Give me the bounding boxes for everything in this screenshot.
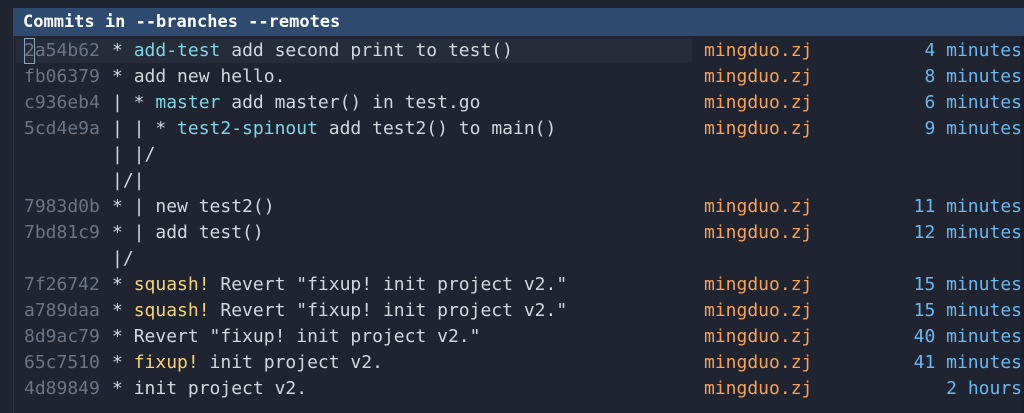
commit-author: mingduo.zj: [704, 66, 813, 87]
commit-line: * add-test add second print to test(): [112, 38, 513, 64]
commit-row[interactable]: fb06379 * add new hello. mingduo.zj 8 minut…: [0, 64, 1024, 90]
graph-glyphs: * |: [112, 196, 156, 217]
commit-list: 2a54b62 * add-test add second print to te…: [0, 38, 1024, 402]
commit-author: mingduo.zj: [704, 352, 813, 373]
graph-glyphs: *: [112, 274, 134, 295]
commit-time: 6 minutes: [924, 92, 1022, 113]
commit-row[interactable]: 4d89849 * init project v2. mingduo.zj 2 hou…: [0, 376, 1024, 402]
commit-time: 40 minutes: [913, 326, 1022, 347]
commit-message: Revert "fixup! init project v2.": [133, 326, 481, 347]
commit-message: add new hello.: [133, 66, 286, 87]
commit-time: 12 minutes: [913, 222, 1022, 243]
commit-hash: fb06379: [24, 66, 100, 87]
graph-glyphs: *: [112, 378, 134, 399]
commit-author: mingduo.zj: [704, 92, 813, 113]
graph-connector: | |/: [112, 144, 156, 165]
commit-row[interactable]: 5cd4e9a | | * test2-spinout add test2() t…: [0, 116, 1024, 142]
commit-message: add second print to test(): [220, 40, 513, 61]
commit-message: init project v2.: [133, 378, 308, 399]
commit-message: new test2(): [155, 196, 275, 217]
graph-glyphs: | *: [112, 92, 156, 113]
commit-message: add test(): [155, 222, 264, 243]
commit-time: 15 minutes: [913, 274, 1022, 295]
commit-author: mingduo.zj: [704, 378, 813, 399]
commit-hash: 7983d0b: [24, 196, 100, 217]
commit-row[interactable]: 7f26742 * squash! Revert "fixup! init pro…: [0, 272, 1024, 298]
commit-line: * Revert "fixup! init project v2.": [112, 324, 480, 350]
commit-row[interactable]: c936eb4 | * master add master() in test.g…: [0, 90, 1024, 116]
commit-line: * squash! Revert "fixup! init project v2…: [112, 272, 567, 298]
graph-connector-row: | |/: [0, 142, 1024, 168]
commit-hash: 7f26742: [24, 274, 100, 295]
commit-hash: 7bd81c9: [24, 222, 100, 243]
commit-row[interactable]: 7bd81c9 * | add test() mingduo.zj 12 minute…: [0, 220, 1024, 246]
autosquash-prefix: fixup!: [133, 352, 199, 373]
commit-line: * add new hello.: [112, 64, 285, 90]
commit-row[interactable]: 8d9ac79 * Revert "fixup! init project v2.…: [0, 324, 1024, 350]
branch-label: test2-spinout: [177, 118, 318, 139]
commit-time: 2 hours: [946, 378, 1022, 399]
commit-time: 41 minutes: [913, 352, 1022, 373]
commit-hash: a789daa: [24, 300, 100, 321]
commit-row[interactable]: a789daa * squash! Revert "fixup! init pro…: [0, 298, 1024, 324]
graph-glyphs: | | *: [112, 118, 178, 139]
commit-time: 11 minutes: [913, 196, 1022, 217]
commit-message: init project v2.: [198, 352, 383, 373]
commit-line: * init project v2.: [112, 376, 307, 402]
commit-time: 4 minutes: [924, 40, 1022, 61]
graph-glyphs: *: [112, 352, 134, 373]
autosquash-prefix: squash!: [133, 274, 210, 295]
commit-hash: 8d9ac79: [24, 326, 100, 347]
text-cursor: 2: [24, 38, 35, 64]
graph-glyphs: *: [112, 326, 134, 347]
commit-hash: 65c7510: [24, 352, 100, 373]
commit-author: mingduo.zj: [704, 118, 813, 139]
graph-connector-row: |/: [0, 246, 1024, 272]
view-title-bar: Commits in --branches --remotes: [13, 8, 1024, 36]
commit-hash: 4d89849: [24, 378, 100, 399]
commit-author: mingduo.zj: [704, 326, 813, 347]
commit-hash: c936eb4: [24, 92, 100, 113]
commit-line: * squash! Revert "fixup! init project v2…: [112, 298, 567, 324]
view-title: Commits in --branches --remotes: [23, 12, 341, 32]
commit-hash: 2a54b62: [24, 38, 100, 64]
graph-connector: |/|: [112, 170, 145, 191]
branch-label: master: [155, 92, 221, 113]
commit-line: * fixup! init project v2.: [112, 350, 383, 376]
graph-connector-row: |/|: [0, 168, 1024, 194]
graph-glyphs: *: [112, 40, 134, 61]
commit-message: Revert "fixup! init project v2.": [209, 300, 568, 321]
commit-time: 8 minutes: [924, 66, 1022, 87]
graph-connector: |/: [112, 248, 134, 269]
commit-row[interactable]: 2a54b62 * add-test add second print to te…: [0, 38, 1024, 64]
autosquash-prefix: squash!: [133, 300, 210, 321]
commit-row[interactable]: 65c7510 * fixup! init project v2. mingduo.…: [0, 350, 1024, 376]
commit-row[interactable]: 7983d0b * | new test2() mingduo.zj 11 minut…: [0, 194, 1024, 220]
commit-time: 15 minutes: [913, 300, 1022, 321]
graph-glyphs: * |: [112, 222, 156, 243]
graph-glyphs: *: [112, 300, 134, 321]
commit-message: Revert "fixup! init project v2.": [209, 274, 568, 295]
commit-line: * | new test2(): [112, 194, 275, 220]
commit-time: 9 minutes: [924, 118, 1022, 139]
branch-label: add-test: [133, 40, 221, 61]
commit-author: mingduo.zj: [704, 40, 813, 61]
commit-author: mingduo.zj: [704, 274, 813, 295]
commit-author: mingduo.zj: [704, 300, 813, 321]
commit-message: add test2() to main(): [317, 118, 557, 139]
commit-line: | | * test2-spinout add test2() to main(…: [112, 116, 556, 142]
graph-glyphs: *: [112, 66, 134, 87]
commit-line: * | add test(): [112, 220, 264, 246]
commit-hash: 5cd4e9a: [24, 118, 100, 139]
commit-hash-rest: a54b62: [34, 40, 100, 61]
commit-message: add master() in test.go: [220, 92, 481, 113]
commit-author: mingduo.zj: [704, 222, 813, 243]
commit-line: | * master add master() in test.go: [112, 90, 480, 116]
commit-author: mingduo.zj: [704, 196, 813, 217]
